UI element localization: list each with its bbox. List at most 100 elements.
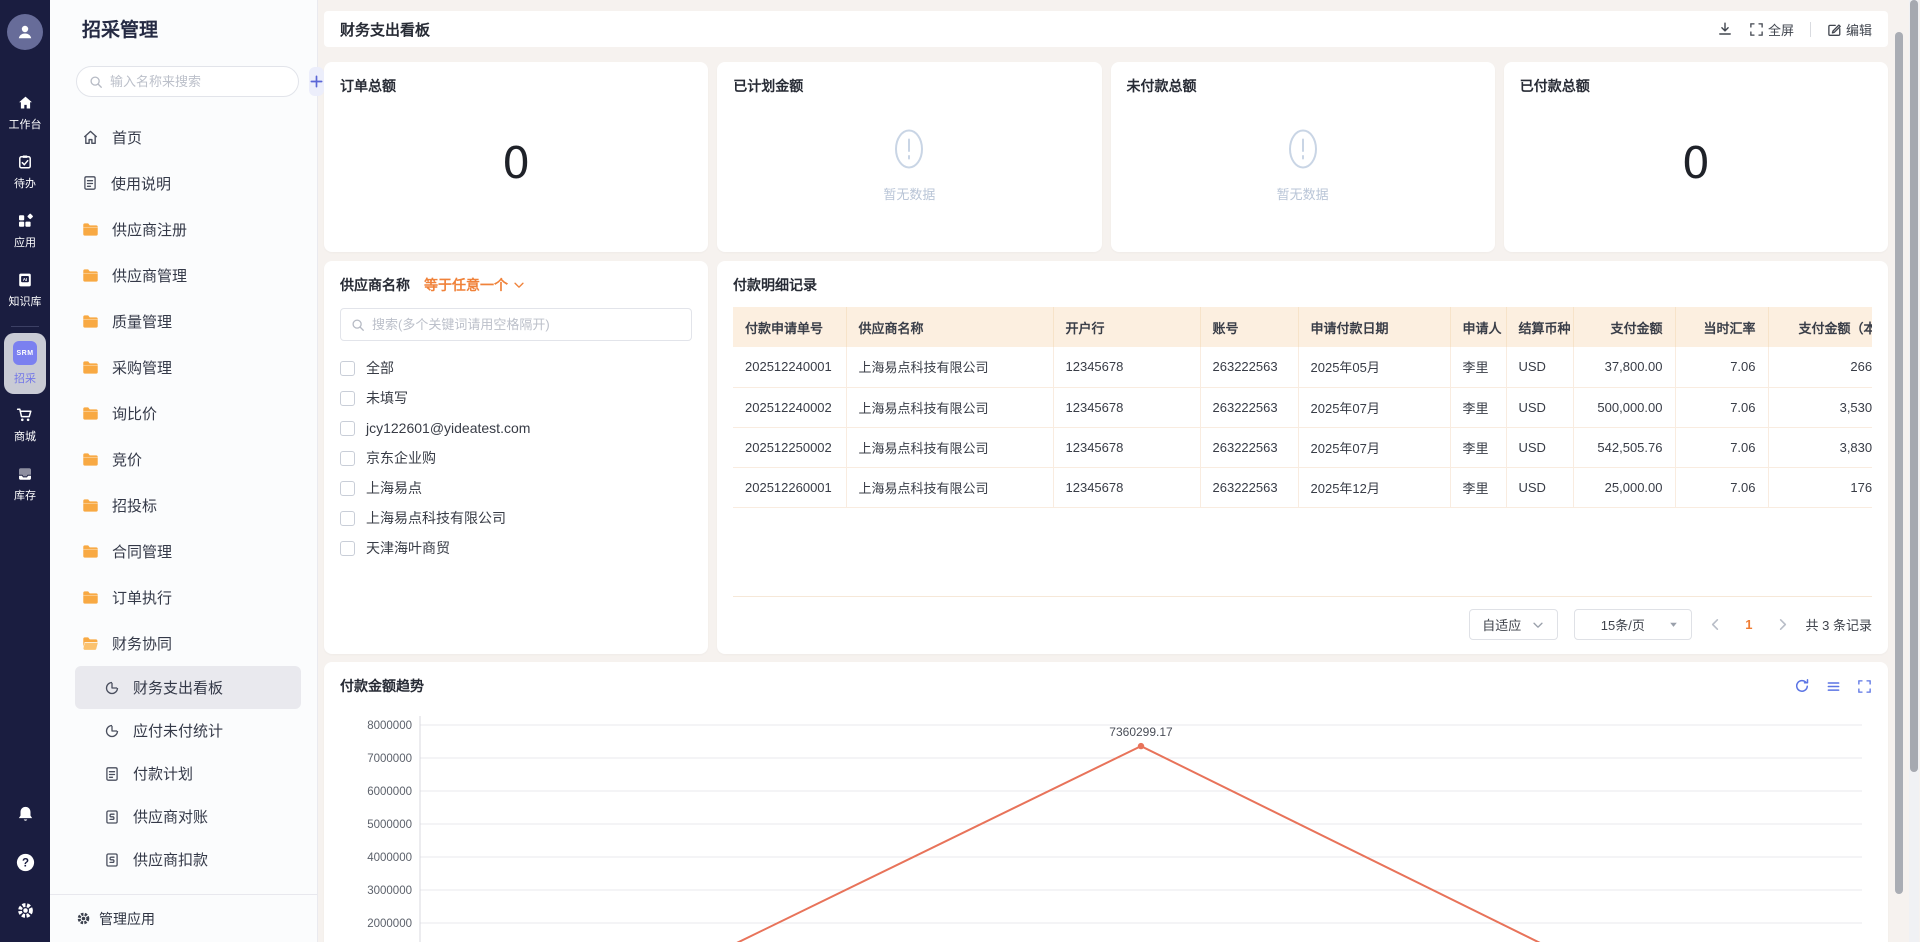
fit-select[interactable]: 自适应	[1469, 609, 1558, 640]
empty-state-icon	[891, 124, 927, 174]
download-button[interactable]	[1717, 21, 1733, 37]
avatar[interactable]	[7, 14, 43, 50]
supplier-option[interactable]: jcy122601@yideatest.com	[340, 413, 692, 443]
stat-card-title: 未付款总额	[1127, 76, 1479, 96]
checkbox[interactable]	[340, 481, 355, 496]
sidebar-item-供应商扣款[interactable]: 供应商扣款	[50, 838, 317, 881]
sidebar-item-财务协同[interactable]: 财务协同	[50, 620, 317, 666]
supplier-option[interactable]: 天津海叶商贸	[340, 533, 692, 563]
page-size-select[interactable]: 15条/页	[1574, 609, 1692, 640]
checkbox[interactable]	[340, 511, 355, 526]
table-row[interactable]: 202512240001上海易点科技有限公司123456782632225632…	[733, 347, 1872, 387]
sidebar-item-财务支出看板[interactable]: 财务支出看板	[75, 666, 301, 709]
question-icon[interactable]: ?	[15, 852, 36, 873]
content-scrollbar-thumb[interactable]	[1895, 32, 1903, 894]
workbench-home-icon	[17, 95, 34, 111]
filter-search-input[interactable]	[372, 317, 681, 332]
rail-item-apps-grid[interactable]: 应用	[0, 202, 50, 261]
sidebar-item-采购管理[interactable]: 采购管理	[50, 344, 317, 390]
current-page[interactable]: 1	[1739, 617, 1758, 632]
rail-item-inventory-inbox[interactable]: 库存	[0, 455, 50, 514]
table-cell: 2025年05月	[1298, 347, 1450, 387]
checkbox[interactable]	[340, 541, 355, 556]
refresh-icon[interactable]	[1794, 678, 1810, 694]
table-cell: 12345678	[1053, 347, 1200, 387]
fullscreen-icon[interactable]	[1857, 679, 1872, 694]
sidebar-item-竞价[interactable]: 竞价	[50, 436, 317, 482]
manage-apps-button[interactable]: 管理应用	[50, 894, 317, 942]
app-title: 招采管理	[50, 0, 317, 42]
supplier-options: 全部未填写jcy122601@yideatest.com 京东企业购上海易点上海易…	[340, 353, 692, 563]
table-row[interactable]: 202512240002上海易点科技有限公司123456782632225632…	[733, 387, 1872, 427]
rail-item-knowledge-ai-book[interactable]: AI知识库	[0, 261, 50, 320]
option-label: 京东企业购	[366, 448, 436, 468]
sidebar-item-质量管理[interactable]: 质量管理	[50, 298, 317, 344]
sidebar-item-label: 供应商管理	[112, 265, 187, 286]
next-page-button[interactable]	[1775, 617, 1790, 632]
sidebar-item-应付未付统计[interactable]: 应付未付统计	[50, 709, 317, 752]
main-content: 财务支出看板 全屏 编辑 订单总额0已计划金额暂无数据未付款总额暂无数据已付款总…	[318, 0, 1920, 942]
supplier-option[interactable]: 全部	[340, 353, 692, 383]
sidebar-item-供应商管理[interactable]: 供应商管理	[50, 252, 317, 298]
table-cell: 500,000.00	[1573, 387, 1675, 427]
caret-down-icon	[1668, 619, 1679, 630]
pagination: 自适应 15条/页 1 共 3 条记录	[733, 597, 1872, 640]
sidebar-item-label: 使用说明	[111, 173, 171, 194]
sidebar-item-label: 合同管理	[112, 541, 172, 562]
sidebar-item-label: 财务支出看板	[133, 677, 223, 698]
supplier-option[interactable]: 未填写	[340, 383, 692, 413]
column-header: 开户行	[1053, 307, 1200, 347]
checkbox[interactable]	[340, 391, 355, 406]
prev-page-button[interactable]	[1708, 617, 1723, 632]
sidebar-item-使用说明[interactable]: 使用说明	[50, 160, 317, 206]
sidebar-item-label: 订单执行	[112, 587, 172, 608]
supplier-option[interactable]: 京东企业购	[340, 443, 692, 473]
folder-icon	[82, 498, 99, 513]
sidebar-item-供应商对账[interactable]: 供应商对账	[50, 795, 317, 838]
column-header: 账号	[1200, 307, 1298, 347]
sidebar-item-合同管理[interactable]: 合同管理	[50, 528, 317, 574]
gear-icon[interactable]	[16, 901, 35, 920]
rail-item-srm[interactable]: SRM招采	[4, 333, 46, 394]
table-cell: 176,505.00	[1768, 467, 1872, 507]
fullscreen-button[interactable]: 全屏	[1749, 20, 1794, 39]
checkbox[interactable]	[340, 361, 355, 376]
table-cell: USD	[1506, 427, 1573, 467]
add-button[interactable]	[309, 67, 324, 96]
sidebar-search[interactable]	[76, 66, 299, 97]
supplier-option[interactable]: 上海易点	[340, 473, 692, 503]
sidebar-item-供应商注册[interactable]: 供应商注册	[50, 206, 317, 252]
rail-item-mall-cart[interactable]: 商城	[0, 396, 50, 455]
sidebar-item-首页[interactable]: 首页	[50, 114, 317, 160]
sidebar-item-label: 财务协同	[112, 633, 172, 654]
rail-item-workbench-home[interactable]: 工作台	[0, 84, 50, 143]
rail-item-todo-clipboard[interactable]: 待办	[0, 143, 50, 202]
checkbox[interactable]	[340, 451, 355, 466]
window-scrollbar	[1909, 0, 1919, 942]
filter-operator-dropdown[interactable]: 等于任意一个	[424, 275, 526, 295]
table-row[interactable]: 202512250002上海易点科技有限公司123456782632225632…	[733, 427, 1872, 467]
sidebar-item-订单执行[interactable]: 订单执行	[50, 574, 317, 620]
sidebar-item-询比价[interactable]: 询比价	[50, 390, 317, 436]
supplier-option[interactable]: 上海易点科技有限公司	[340, 503, 692, 533]
sidebar-item-付款计划[interactable]: 付款计划	[50, 752, 317, 795]
filter-search[interactable]	[340, 308, 692, 341]
total-records: 共 3 条记录	[1806, 615, 1872, 634]
bell-icon[interactable]	[16, 805, 35, 824]
svg-text:8000000: 8000000	[367, 720, 412, 732]
window-scrollbar-thumb[interactable]	[1910, 0, 1918, 772]
checkbox[interactable]	[340, 421, 355, 436]
list-icon[interactable]	[1826, 679, 1841, 694]
table-row[interactable]: 202512260001上海易点科技有限公司123456782632225632…	[733, 467, 1872, 507]
sidebar-item[interactable]	[50, 881, 317, 894]
sidebar-menu: 首页使用说明供应商注册供应商管理质量管理采购管理询比价竞价招投标合同管理订单执行…	[50, 114, 317, 894]
rail-items: 工作台待办应用AI知识库 SRM招采商城库存	[0, 84, 50, 514]
rail-divider	[11, 326, 39, 327]
sidebar-item-label: 供应商扣款	[133, 849, 208, 870]
chevron-down-icon	[1531, 618, 1545, 632]
sidebar-item-label: 供应商注册	[112, 219, 187, 240]
sidebar-item-招投标[interactable]: 招投标	[50, 482, 317, 528]
table-cell: 25,000.00	[1573, 467, 1675, 507]
sidebar-search-input[interactable]	[110, 74, 286, 89]
edit-button[interactable]: 编辑	[1827, 20, 1872, 39]
